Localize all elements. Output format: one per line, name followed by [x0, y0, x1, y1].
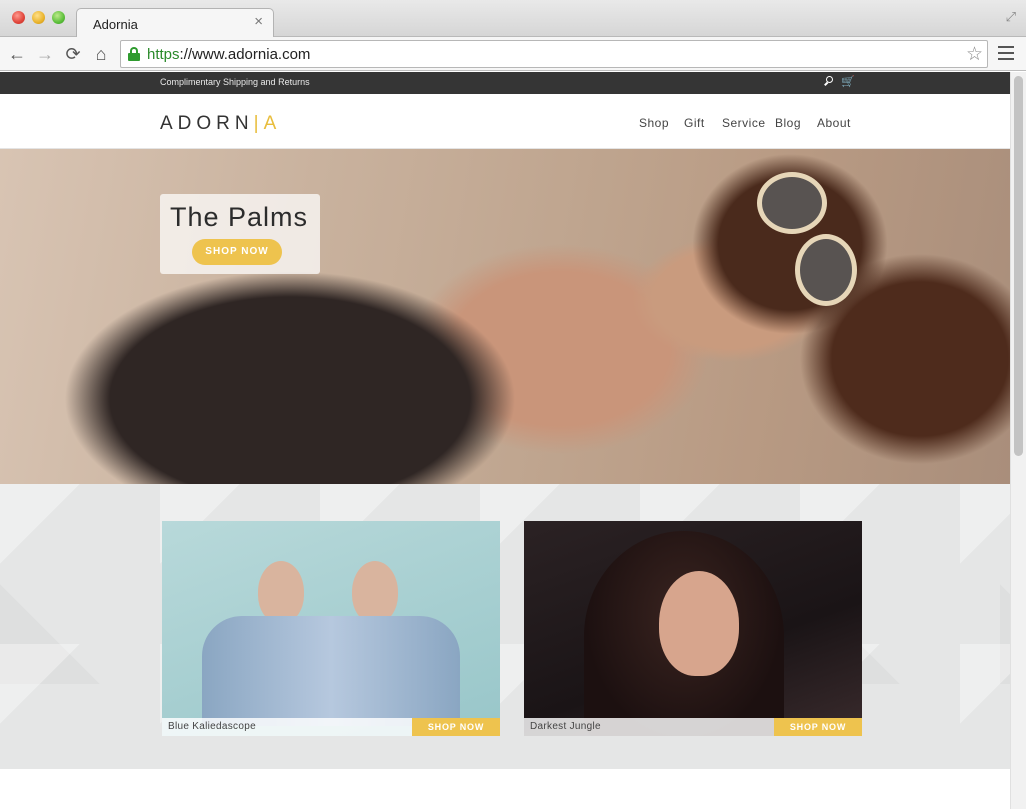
promo-shop-now-button[interactable]: SHOP NOW — [412, 718, 500, 736]
hero-shop-now-button[interactable]: SHOP NOW — [192, 239, 282, 265]
browser-tab[interactable]: Adornia × — [76, 8, 274, 38]
tab-title: Adornia — [93, 17, 138, 32]
browser-toolbar: ← → ⟳ ⌂ https://www.adornia.com ☆ — [0, 37, 1026, 71]
cart-icon[interactable]: 🛒 — [841, 75, 855, 88]
nav-service[interactable]: Service — [722, 116, 766, 130]
back-icon[interactable]: ← — [6, 43, 28, 65]
bookmark-star-icon[interactable]: ☆ — [966, 43, 983, 66]
search-icon[interactable] — [824, 76, 834, 86]
hero-promo-card: The Palms SHOP NOW — [160, 194, 320, 274]
announcement-bar: Complimentary Shipping and Returns 🛒 — [0, 72, 1010, 94]
promo-photo-garment — [202, 616, 460, 726]
promo-photo-model-mirror — [352, 561, 398, 623]
lock-icon — [128, 47, 140, 61]
nav-shop[interactable]: Shop — [639, 116, 669, 130]
home-icon[interactable]: ⌂ — [90, 43, 112, 65]
scrollbar[interactable] — [1010, 72, 1026, 809]
nav-about[interactable]: About — [817, 116, 851, 130]
tab-close-icon[interactable]: × — [254, 14, 263, 30]
page-footer-area — [0, 769, 1010, 809]
site-logo[interactable]: ADORN|A — [160, 113, 281, 135]
hero-photo-sunglasses-lens — [795, 234, 857, 306]
promo-card-blue-kaliedascope[interactable]: Blue Kaliedascope SHOP NOW — [162, 521, 500, 736]
forward-icon[interactable]: → — [34, 43, 56, 65]
fullscreen-icon[interactable]: ⤢ — [1006, 9, 1016, 25]
hero-title: The Palms — [170, 202, 309, 232]
minimize-window-button[interactable] — [32, 11, 45, 24]
browser-window: Adornia × ⤢ ← → ⟳ ⌂ https://www.adornia.… — [0, 0, 1026, 809]
shipping-notice: Complimentary Shipping and Returns — [160, 77, 310, 87]
close-window-button[interactable] — [12, 11, 25, 24]
web-page: Complimentary Shipping and Returns 🛒 ADO… — [0, 72, 1010, 809]
promo-card-darkest-jungle[interactable]: Darkest Jungle SHOP NOW — [524, 521, 862, 736]
zoom-window-button[interactable] — [52, 11, 65, 24]
promo-photo-model-face — [659, 571, 739, 676]
tab-strip: Adornia × ⤢ — [0, 0, 1026, 38]
nav-blog[interactable]: Blog — [775, 116, 801, 130]
hero-banner: The Palms SHOP NOW — [0, 149, 1010, 484]
promo-card-label: Darkest Jungle — [530, 721, 601, 732]
nav-gift[interactable]: Gift — [684, 116, 705, 130]
promo-section: Blue Kaliedascope SHOP NOW Darkest Jungl… — [0, 484, 1010, 769]
site-header: ADORN|A Shop Gift Service Blog About — [0, 94, 1010, 149]
browser-menu-icon[interactable] — [998, 46, 1014, 60]
scrollbar-thumb[interactable] — [1014, 76, 1023, 456]
promo-card-footer: Blue Kaliedascope SHOP NOW — [162, 718, 500, 736]
promo-photo-model — [258, 561, 304, 623]
reload-icon[interactable]: ⟳ — [62, 43, 84, 65]
promo-card-label: Blue Kaliedascope — [168, 721, 256, 732]
url-text[interactable]: https://www.adornia.com — [147, 46, 310, 63]
address-bar[interactable]: https://www.adornia.com ☆ — [120, 40, 988, 68]
promo-card-footer: Darkest Jungle SHOP NOW — [524, 718, 862, 736]
promo-shop-now-button[interactable]: SHOP NOW — [774, 718, 862, 736]
hero-photo-sunglasses — [757, 172, 827, 234]
